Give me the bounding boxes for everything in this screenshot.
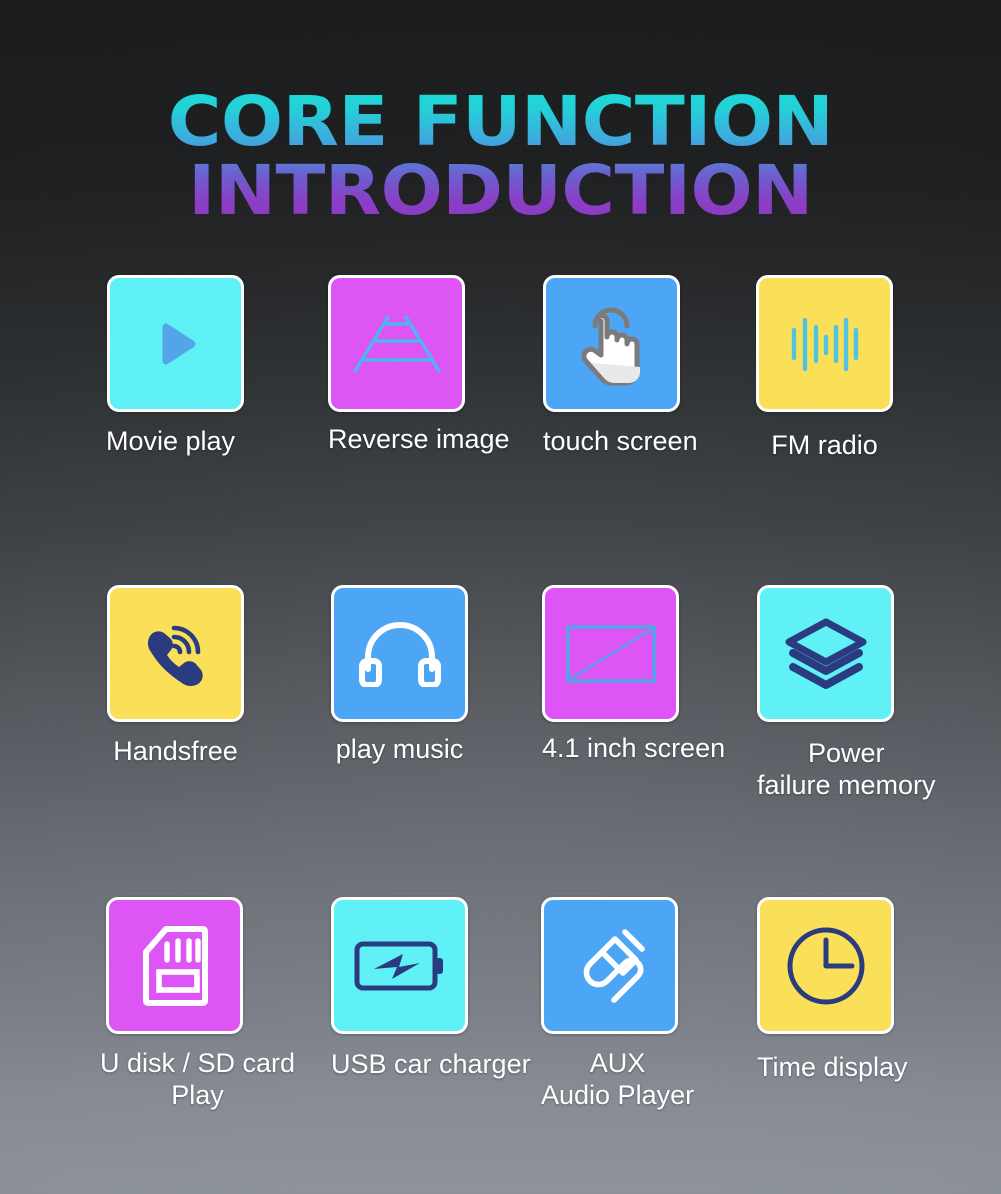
- feature-label: AUX Audio Player: [541, 1048, 695, 1110]
- feature-item-udisk-sdcard[interactable]: U disk / SD card Play: [100, 897, 295, 1112]
- feature-label: USB car charger: [331, 1049, 531, 1079]
- feature-item-play-music[interactable]: play music: [331, 585, 468, 766]
- parking-lines-icon: [349, 311, 445, 377]
- play-music-tile[interactable]: [331, 585, 468, 722]
- tap-hand-icon: [569, 301, 655, 387]
- feature-label: touch screen: [543, 426, 698, 456]
- screen-size-tile[interactable]: [542, 585, 679, 722]
- feature-label: Movie play: [106, 426, 236, 456]
- aux-audio-player-tile[interactable]: [541, 897, 678, 1034]
- movie-play-tile[interactable]: [107, 275, 244, 412]
- sound-wave-icon: [788, 312, 862, 376]
- feature-item-power-memory[interactable]: Power failure memory: [757, 585, 936, 802]
- time-display-tile[interactable]: [757, 897, 894, 1034]
- power-memory-tile[interactable]: [757, 585, 894, 722]
- touch-screen-tile[interactable]: [543, 275, 680, 412]
- feature-label: Time display: [757, 1052, 908, 1082]
- battery-bolt-icon: [354, 938, 446, 994]
- udisk-sdcard-tile[interactable]: [106, 897, 243, 1034]
- handsfree-tile[interactable]: [107, 585, 244, 722]
- feature-item-usb-car-charger[interactable]: USB car charger: [331, 897, 531, 1081]
- feature-label: Reverse image: [328, 424, 510, 454]
- feature-label: play music: [335, 734, 464, 764]
- feature-item-aux-audio-player[interactable]: AUX Audio Player: [541, 897, 694, 1112]
- feature-label: FM radio: [771, 430, 878, 460]
- headphones-icon: [358, 621, 442, 687]
- feature-label: Power failure memory: [757, 738, 936, 800]
- feature-label: Handsfree: [113, 736, 238, 766]
- feature-grid: Movie play Reverse image touch screen FM…: [0, 0, 1001, 1194]
- phone-call-icon: [136, 614, 216, 694]
- fm-radio-tile[interactable]: [756, 275, 893, 412]
- sd-card-icon: [140, 924, 210, 1008]
- feature-item-movie-play[interactable]: Movie play: [106, 275, 244, 458]
- feature-item-touch-screen[interactable]: touch screen: [543, 275, 698, 458]
- clock-icon: [785, 925, 867, 1007]
- usb-car-charger-tile[interactable]: [331, 897, 468, 1034]
- feature-item-fm-radio[interactable]: FM radio: [756, 275, 893, 462]
- feature-label: U disk / SD card Play: [100, 1048, 296, 1110]
- feature-item-handsfree[interactable]: Handsfree: [107, 585, 244, 768]
- feature-label: 4.1 inch screen: [542, 733, 726, 763]
- play-icon: [146, 314, 206, 374]
- reverse-image-tile[interactable]: [328, 275, 465, 412]
- feature-item-time-display[interactable]: Time display: [757, 897, 908, 1084]
- feature-item-reverse-image[interactable]: Reverse image: [328, 275, 510, 456]
- audio-jack-icon: [568, 924, 652, 1008]
- layers-icon: [783, 616, 869, 692]
- screen-diagonal-icon: [565, 624, 657, 684]
- feature-item-screen-size[interactable]: 4.1 inch screen: [542, 585, 725, 765]
